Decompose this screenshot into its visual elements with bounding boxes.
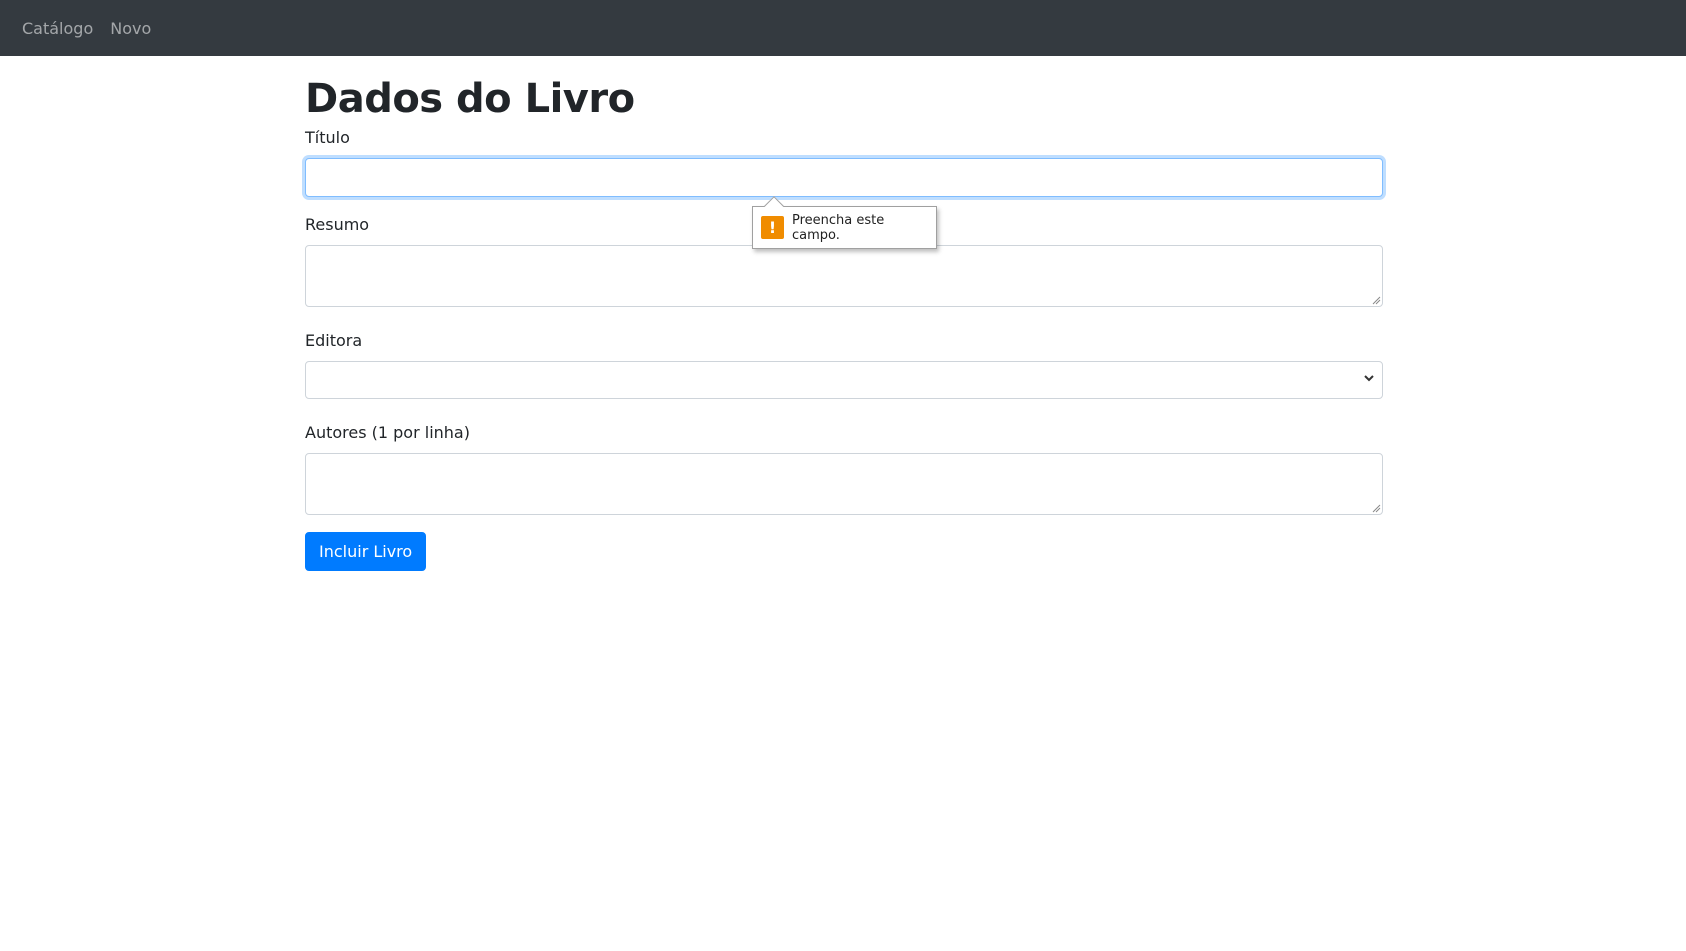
autores-textarea[interactable] xyxy=(305,453,1383,515)
editora-group: Editora xyxy=(305,329,1383,399)
page-title: Dados do Livro xyxy=(305,76,635,122)
autores-wrapper xyxy=(305,453,1383,515)
titulo-group: Título xyxy=(305,126,1383,197)
nav-link-catalogo[interactable]: Catálogo xyxy=(22,19,93,38)
resize-grip-icon[interactable] xyxy=(1372,504,1381,513)
chevron-down-icon xyxy=(1364,375,1374,382)
nav-link-novo[interactable]: Novo xyxy=(110,19,151,38)
titulo-input[interactable] xyxy=(305,158,1383,197)
validation-tooltip: ! Preencha este campo. xyxy=(752,196,937,249)
incluir-livro-button[interactable]: Incluir Livro xyxy=(305,532,427,571)
top-navbar: Catálogo Novo xyxy=(0,0,1686,56)
resize-grip-icon[interactable] xyxy=(1372,296,1381,305)
resumo-wrapper xyxy=(305,245,1383,307)
autores-label: Autores (1 por linha) xyxy=(305,423,470,442)
titulo-label: Título xyxy=(305,128,350,147)
autores-group: Autores (1 por linha) xyxy=(305,421,1383,515)
editora-select[interactable] xyxy=(305,361,1383,399)
resumo-textarea[interactable] xyxy=(305,245,1383,307)
editora-label: Editora xyxy=(305,331,363,350)
validation-message: Preencha este campo. xyxy=(792,212,885,243)
main-content: Dados do Livro Título Resumo Editora Aut… xyxy=(305,56,1383,571)
warning-icon: ! xyxy=(761,216,784,239)
